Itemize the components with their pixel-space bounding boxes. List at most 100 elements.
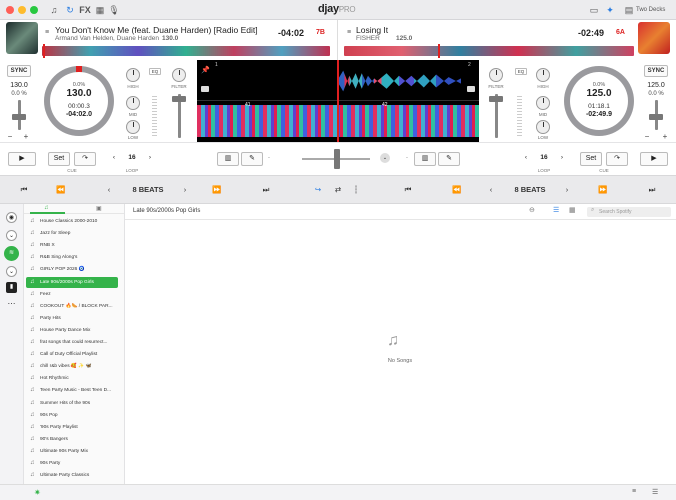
sync-loop-icon[interactable]: ↻ [64,4,76,16]
piano-icon-right[interactable] [467,86,475,92]
spotify-icon[interactable]: ≋ [4,246,19,261]
pitch-plus-right[interactable]: + [661,132,669,141]
cue-return-icon-left[interactable]: ↷ [74,152,96,166]
overview-waveform-right[interactable] [344,46,634,56]
pin-icon[interactable]: 📌 [201,66,210,74]
layout-icon[interactable]: ▭ [588,4,600,16]
play-button-left[interactable]: ▶ [8,152,36,166]
device-icon[interactable]: ▮ [6,282,17,293]
skip-forward-icon-left[interactable]: ⏭ [260,185,272,195]
piano-icon[interactable] [201,86,209,92]
more-icon[interactable]: ⋯ [6,298,17,309]
storage-tab-icon[interactable]: ▣ [96,205,102,212]
sync-button-left[interactable]: SYNC [7,65,31,77]
volume-fader-cap-right[interactable] [489,96,503,102]
search-input[interactable]: Search Spotify [587,207,671,217]
filter-knob-left[interactable] [172,68,186,82]
history-icon[interactable]: ☰ [652,488,658,496]
fast-forward-icon-left[interactable]: ⏩ [210,185,224,194]
playlist-item[interactable]: ♫ RNB X [26,240,118,251]
microphone-icon[interactable]: 🎙 [108,4,120,16]
brightness-icon[interactable]: ✷ [34,488,41,497]
playlist-item[interactable]: ♫ Feez [26,289,118,300]
album-art-right[interactable] [638,22,670,54]
playlist-item[interactable]: ♫ COOKOUT 🔥🌭 / BLOCK PAR... [26,301,118,312]
playlist-item[interactable]: ♫ Call of Duty Official Playlist [26,349,118,360]
playlist-item[interactable]: ♫ Late 90s/2000s Pop Girls [26,276,118,288]
eq-high-knob-left[interactable] [126,68,140,82]
fast-forward-icon-right[interactable]: ⏩ [596,185,610,194]
skip-forward-icon-right[interactable]: ⏭ [646,185,658,195]
rewind-icon-right[interactable]: ⏪ [450,185,464,194]
collapse-icon[interactable]: ⌄ [6,230,17,241]
split-icon[interactable]: ┆ [352,185,360,194]
zoom-window-button[interactable] [30,6,38,14]
playlist-item[interactable]: ♫ Hot Rhythmic [26,373,118,384]
pen-button-right[interactable]: ✎ [438,152,460,166]
waveform-display[interactable]: 1 2 📌 41 42 [197,60,479,142]
eq-dropdown-left[interactable]: EQ [149,68,161,75]
volume-fader-cap-left[interactable] [172,96,186,102]
eq-low-knob-left[interactable] [126,120,140,134]
beats-decrease-left[interactable]: ‹ [104,185,114,194]
playlist-item[interactable]: ♫ 90s Party [26,458,118,469]
waveform-track-left[interactable]: 41 42 [197,101,479,142]
filter-knob-right[interactable] [489,68,503,82]
playlist-item[interactable]: ♫ Ultimate Party Classics [26,470,118,481]
playlist-item[interactable]: ♫ chill r&b vibes 🥰 ✨ 🦋 [26,361,118,372]
pitch-plus-left[interactable]: + [22,132,30,141]
queue-icon[interactable]: ≡ [632,488,636,495]
playlist-item[interactable]: ♫ '90s Party Playlist [26,422,118,433]
beats-increase-left[interactable]: › [180,185,190,194]
piano-button-right[interactable]: ▥ [414,152,436,166]
sparkle-icon[interactable]: ✦ [604,4,616,16]
fx-button[interactable]: FX [78,4,92,16]
loop-increase-left[interactable]: › [144,152,156,164]
playlist-item[interactable]: ♫ R&B Sing Along's [26,252,118,263]
playlist-item[interactable]: ♫ House Classics 2000-2010 [26,216,118,227]
sync-swap-icon[interactable]: ⇄ [332,185,344,194]
loop-curve-icon[interactable]: ↪ [312,185,324,194]
deck-mode-selector[interactable]: Two Decks [636,4,674,16]
play-button-right[interactable]: ▶ [640,152,668,166]
playlist-item[interactable]: ♫ 90's Bangers [26,434,118,445]
eq-low-knob-right[interactable] [536,120,550,134]
playlist-item[interactable]: ♫ Ultimate 90s Party Mix [26,446,118,457]
cue-return-icon-right[interactable]: ↷ [606,152,628,166]
pitch-minus-left[interactable]: − [6,132,14,141]
beats-increase-right[interactable]: › [562,185,572,194]
playlist-item[interactable]: ♫ Teen Party Music - Best Teen D... [26,385,118,396]
eq-mid-knob-left[interactable] [126,96,140,110]
playlist-item[interactable]: ♫ 90s Pop [26,410,118,421]
list-view-icon[interactable]: ☰ [553,206,559,214]
collapse-icon-2[interactable]: ⌄ [6,266,17,277]
playlist-item[interactable]: ♫ GIRLY POP 2026 🧿 [26,264,118,275]
playlist-item[interactable]: ♫ House Party Dance Mix [26,325,118,336]
grid-view-icon[interactable]: ▦ [569,206,576,214]
cue-set-button-left[interactable]: Set [48,152,70,166]
sync-button-right[interactable]: SYNC [644,65,668,77]
filter-icon[interactable]: ⊖ [529,206,535,214]
local-library-icon[interactable]: ◉ [6,212,17,223]
beats-decrease-right[interactable]: ‹ [486,185,496,194]
skip-back-icon-right[interactable]: ⏮ [402,185,414,195]
crossfader-menu-icon[interactable]: ⌄ [380,153,390,163]
jog-wheel-left[interactable]: 0.0% 130.0 00:00.3 -04:02.0 [44,66,114,136]
eq-mid-knob-right[interactable] [536,96,550,110]
loop-decrease-left[interactable]: ‹ [108,152,120,164]
pen-button-left[interactable]: ✎ [241,152,263,166]
loop-decrease-right[interactable]: ‹ [520,152,532,164]
pitch-fader-cap-right[interactable] [649,114,663,120]
pitch-fader-cap-left[interactable] [12,114,26,120]
eq-dropdown-right[interactable]: EQ [515,68,527,75]
crossfader-cap[interactable] [334,149,340,169]
overview-waveform-left[interactable] [42,46,330,56]
close-window-button[interactable] [6,6,14,14]
playlist-tab-icon[interactable]: ♫ [44,205,49,211]
sampler-grid-icon[interactable]: ▦ [94,4,106,16]
minimize-window-button[interactable] [18,6,26,14]
loop-increase-right[interactable]: › [556,152,568,164]
rewind-icon-left[interactable]: ⏪ [54,185,68,194]
music-note-icon[interactable]: ♫ [48,4,60,16]
playlist-item[interactable]: ♫ Summer Hits of the 90s [26,398,118,409]
